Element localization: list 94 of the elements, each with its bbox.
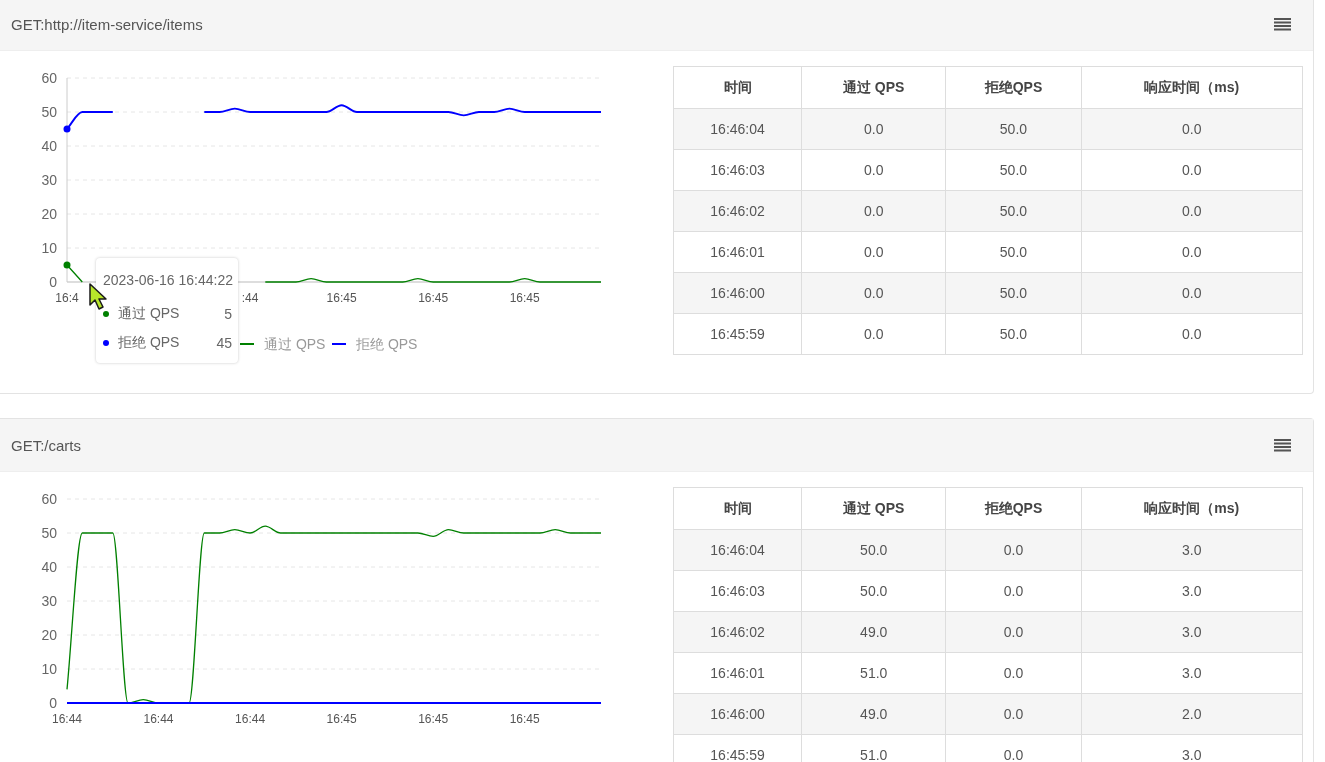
table-cell: 16:46:00 bbox=[673, 693, 802, 735]
table-cell: 16:46:00 bbox=[673, 272, 802, 314]
table-cell: 0.0 bbox=[945, 693, 1082, 735]
column-header: 响应时间（ms) bbox=[1081, 487, 1303, 530]
table-cell: 0.0 bbox=[1081, 313, 1303, 355]
y-axis-label: 50 bbox=[41, 525, 57, 541]
table-cell: 50.0 bbox=[945, 272, 1082, 314]
table-cell: 49.0 bbox=[801, 611, 946, 653]
tooltip-value: 5 bbox=[224, 305, 232, 322]
table-cell: 16:46:01 bbox=[673, 652, 802, 694]
x-axis-label: 16:44 bbox=[52, 712, 82, 726]
table-cell: 16:46:02 bbox=[673, 190, 802, 232]
table-cell: 16:46:04 bbox=[673, 108, 802, 150]
table-cell: 0.0 bbox=[945, 611, 1082, 653]
table-cell: 3.0 bbox=[1081, 529, 1303, 571]
table-cell: 16:46:03 bbox=[673, 149, 802, 191]
table-cell: 16:45:59 bbox=[673, 313, 802, 355]
table-cell: 51.0 bbox=[801, 652, 946, 694]
table-cell: 16:46:02 bbox=[673, 611, 802, 653]
y-axis-label: 30 bbox=[41, 172, 57, 188]
y-axis-label: 60 bbox=[41, 491, 57, 507]
data-point bbox=[63, 261, 71, 269]
x-axis-label: 16:45 bbox=[418, 291, 449, 305]
legend-label: 拒绝 QPS bbox=[355, 336, 418, 352]
table-cell: 50.0 bbox=[945, 231, 1082, 273]
table-cell: 0.0 bbox=[1081, 108, 1303, 150]
y-axis-label: 30 bbox=[41, 593, 57, 609]
column-header: 拒绝QPS bbox=[945, 66, 1082, 109]
cursor-icon bbox=[88, 283, 110, 311]
menu-icon[interactable] bbox=[1274, 438, 1291, 452]
table-cell: 0.0 bbox=[1081, 190, 1303, 232]
y-axis-label: 40 bbox=[41, 559, 57, 575]
table-cell: 50.0 bbox=[801, 529, 946, 571]
column-header: 时间 bbox=[673, 487, 802, 530]
y-axis-label: 0 bbox=[49, 274, 57, 290]
y-axis-label: 20 bbox=[41, 627, 57, 643]
table-cell: 0.0 bbox=[801, 231, 946, 273]
x-axis-label: 16:44 bbox=[143, 712, 174, 726]
menu-icon[interactable] bbox=[1274, 17, 1291, 31]
table-cell: 50.0 bbox=[945, 313, 1082, 355]
table-cell: 0.0 bbox=[801, 313, 946, 355]
table-cell: 3.0 bbox=[1081, 652, 1303, 694]
table-cell: 3.0 bbox=[1081, 570, 1303, 612]
table-cell: 0.0 bbox=[1081, 231, 1303, 273]
table-cell: 50.0 bbox=[945, 108, 1082, 150]
y-axis-label: 50 bbox=[41, 104, 57, 120]
table-cell: 16:46:01 bbox=[673, 231, 802, 273]
x-axis-label: 16:45 bbox=[509, 291, 540, 305]
tooltip-label: 通过 QPS bbox=[118, 304, 181, 323]
table-cell: 0.0 bbox=[801, 190, 946, 232]
x-axis-label: 16:45 bbox=[418, 712, 449, 726]
table-cell: 0.0 bbox=[1081, 272, 1303, 314]
tooltip-label: 拒绝 QPS bbox=[118, 333, 181, 352]
y-axis-label: 0 bbox=[49, 695, 57, 711]
data-point bbox=[63, 125, 71, 133]
legend-label: 通过 QPS bbox=[264, 336, 326, 352]
legend-item[interactable]: 拒绝 QPS bbox=[331, 336, 418, 352]
column-header: 通过 QPS bbox=[801, 487, 946, 530]
x-axis-label: 16:4 bbox=[55, 291, 79, 305]
y-axis-label: 60 bbox=[41, 70, 57, 86]
tooltip-value: 45 bbox=[216, 334, 232, 351]
table-cell: 50.0 bbox=[945, 149, 1082, 191]
x-axis-label: 16:45 bbox=[509, 712, 540, 726]
column-header: 响应时间（ms) bbox=[1081, 66, 1303, 109]
panel-title: GET:/carts bbox=[11, 436, 81, 454]
table-cell: 0.0 bbox=[801, 149, 946, 191]
x-axis-label: :44 bbox=[241, 291, 259, 305]
x-axis-label: 16:44 bbox=[235, 712, 266, 726]
table-cell: 2.0 bbox=[1081, 693, 1303, 735]
table-cell: 0.0 bbox=[801, 272, 946, 314]
y-axis-label: 40 bbox=[41, 138, 57, 154]
table-cell: 0.0 bbox=[1081, 149, 1303, 191]
x-axis-label: 16:45 bbox=[326, 291, 357, 305]
table-cell: 50.0 bbox=[945, 190, 1082, 232]
tooltip-title: 2023-06-16 16:44:22 bbox=[103, 272, 232, 288]
table-cell: 50.0 bbox=[801, 570, 946, 612]
y-axis-label: 10 bbox=[41, 240, 57, 256]
x-axis-label: 16:45 bbox=[326, 712, 357, 726]
panel-title: GET:http://item-service/items bbox=[11, 15, 203, 33]
column-header: 时间 bbox=[673, 66, 802, 109]
column-header: 拒绝QPS bbox=[945, 487, 1082, 530]
y-axis-label: 20 bbox=[41, 206, 57, 222]
table-cell: 0.0 bbox=[945, 652, 1082, 694]
legend-item[interactable]: 通过 QPS bbox=[239, 336, 326, 352]
column-header: 通过 QPS bbox=[801, 66, 946, 109]
table-cell: 16:46:04 bbox=[673, 529, 802, 571]
y-axis-label: 10 bbox=[41, 661, 57, 677]
table-cell: 3.0 bbox=[1081, 611, 1303, 653]
table-cell: 16:46:03 bbox=[673, 570, 802, 612]
table-cell: 0.0 bbox=[801, 108, 946, 150]
table-cell: 49.0 bbox=[801, 693, 946, 735]
table-cell: 16:45:59 bbox=[673, 734, 802, 762]
table-cell: 0.0 bbox=[945, 570, 1082, 612]
table-cell: 0.0 bbox=[945, 529, 1082, 571]
